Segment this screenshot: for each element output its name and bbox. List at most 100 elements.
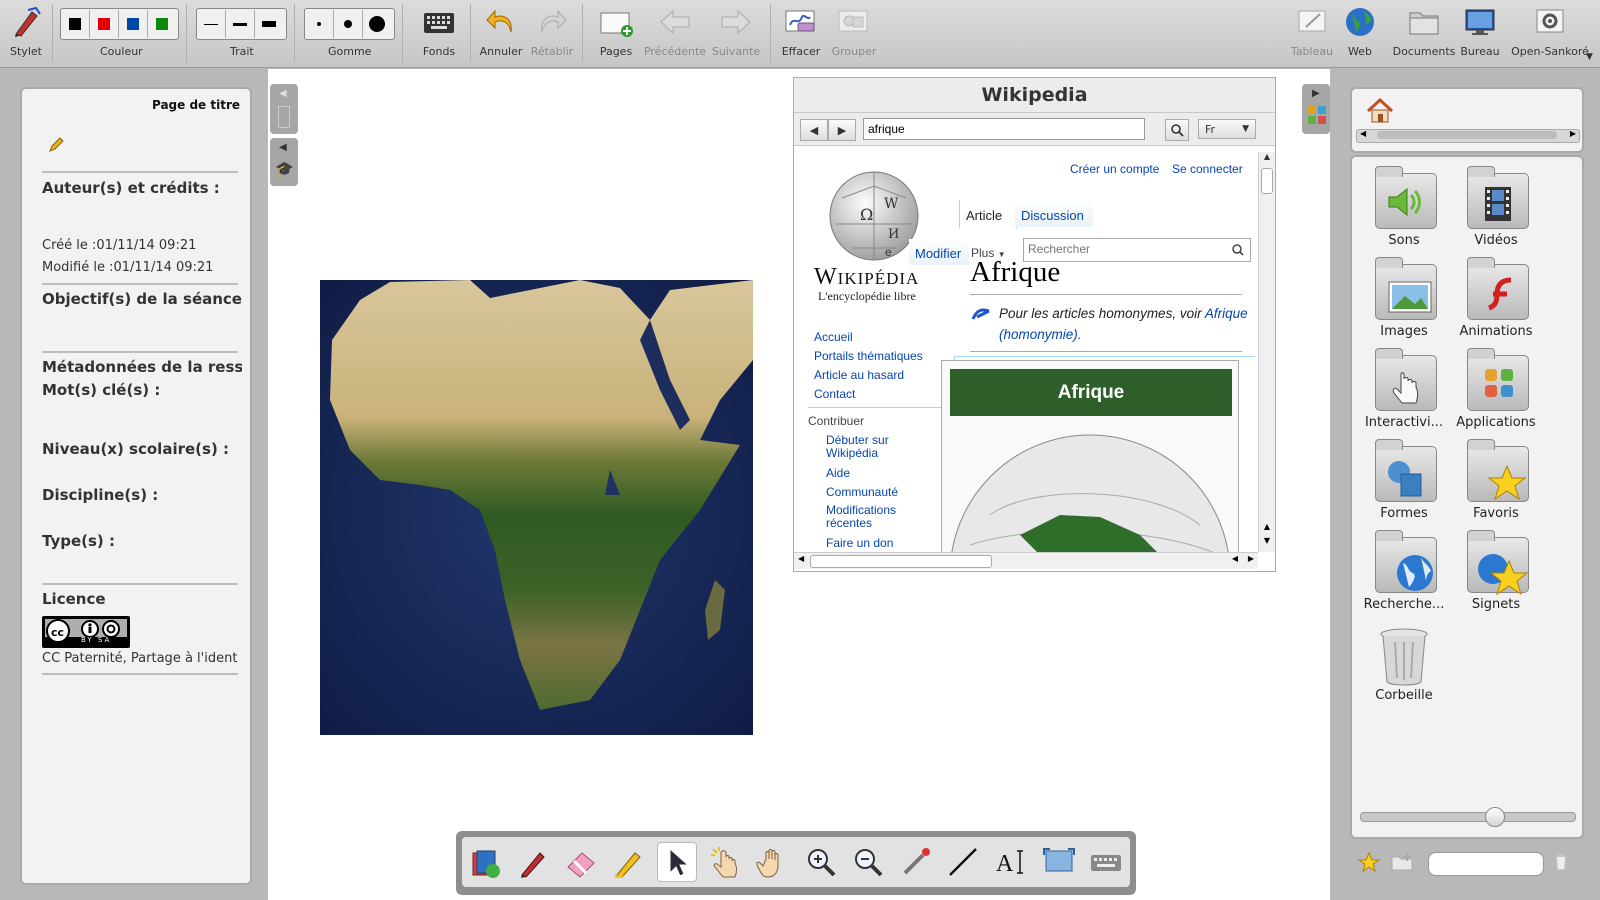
color-red[interactable] — [90, 10, 119, 38]
tool-highlighter[interactable] — [609, 843, 647, 881]
documents-button[interactable]: Documents — [1393, 4, 1455, 62]
scroll-left-icon[interactable]: ◀ — [798, 554, 804, 563]
pages-button[interactable]: Pages — [597, 4, 635, 62]
home-icon[interactable] — [1366, 98, 1394, 124]
backgrounds-button[interactable]: Fonds — [420, 4, 458, 62]
previous-page-button[interactable]: Précédente — [644, 4, 706, 62]
undo-button[interactable]: Annuler — [480, 4, 522, 62]
nav-link-getting-started[interactable]: Débuter sur Wikipédia — [826, 434, 926, 460]
tool-interact[interactable] — [707, 843, 745, 881]
nav-link-help[interactable]: Aide — [826, 466, 850, 480]
back-button[interactable]: ◀ — [800, 119, 828, 141]
group-button[interactable]: Grouper — [832, 4, 876, 62]
color-green[interactable] — [148, 10, 176, 38]
africa-satellite-image[interactable] — [320, 280, 753, 735]
objectives-heading: Objectif(s) de la séance : — [42, 290, 242, 308]
library-item-applications[interactable]: Applications — [1448, 348, 1544, 430]
search-button[interactable] — [1165, 119, 1189, 141]
library-item-shapes[interactable]: Formes — [1356, 439, 1452, 521]
create-account-link[interactable]: Créer un compte — [1070, 162, 1159, 176]
library-item-trash[interactable]: Corbeille — [1356, 622, 1452, 703]
stylus-button[interactable]: Stylet — [8, 4, 44, 62]
tool-selector[interactable] — [657, 842, 698, 882]
tool-line[interactable] — [944, 843, 982, 881]
library-search-input[interactable] — [1428, 852, 1544, 876]
eraser-small[interactable] — [305, 10, 334, 38]
library-item-images[interactable]: Images — [1356, 257, 1452, 339]
tool-capture[interactable] — [1040, 843, 1078, 881]
horizontal-scrollbar[interactable]: ◀ ◀ ▶ — [794, 552, 1258, 569]
scroll-left-icon[interactable]: ◀ — [1232, 554, 1238, 563]
tab-discussion[interactable]: Discussion — [1015, 200, 1093, 227]
color-black[interactable] — [61, 10, 90, 38]
scroll-down-icon[interactable]: ▼ — [1259, 536, 1275, 550]
nav-link-recent-changes[interactable]: Modifications récentes — [826, 504, 926, 530]
library-item-sounds[interactable]: Sons — [1356, 166, 1452, 248]
pencil-edit-icon[interactable] — [48, 137, 64, 157]
tool-laser-pointer[interactable] — [897, 843, 935, 881]
language-select[interactable]: Fr ▼ — [1198, 119, 1256, 139]
scroll-right-icon[interactable]: ▶ — [1570, 129, 1576, 138]
tool-zoom-out[interactable] — [849, 843, 887, 881]
nav-link-community[interactable]: Communauté — [826, 485, 898, 499]
nav-link-home[interactable]: Accueil — [814, 330, 853, 344]
tool-virtual-keyboard[interactable] — [1087, 843, 1125, 881]
thumbnail-size-slider[interactable] — [1360, 807, 1576, 827]
pages-navigator-tab[interactable]: ◀ — [270, 84, 298, 134]
vertical-scrollbar[interactable]: ▲ ▲ ▼ — [1258, 152, 1275, 552]
text-tool-icon: A — [996, 850, 1023, 877]
collapse-left-icon: ◀ — [279, 142, 287, 153]
desktop-button[interactable]: Bureau — [1460, 4, 1500, 62]
stroke-thin[interactable] — [197, 10, 226, 38]
h-scrollbar-thumb[interactable] — [810, 555, 992, 568]
library-item-interactivities[interactable]: Interactivi... — [1356, 348, 1452, 430]
tool-pen[interactable] — [514, 843, 552, 881]
library-toggle-tab[interactable]: ▶ — [1302, 84, 1330, 134]
tool-text[interactable]: A — [992, 843, 1030, 881]
scrollbar-thumb[interactable] — [1261, 168, 1273, 194]
tool-background[interactable] — [467, 843, 505, 881]
new-folder-icon[interactable] — [1390, 852, 1414, 872]
breadcrumb-scrollbar[interactable]: ◀ ▶ — [1356, 129, 1580, 143]
scroll-right-icon[interactable]: ▶ — [1248, 554, 1254, 563]
tool-hand[interactable] — [754, 843, 792, 881]
scroll-up-icon[interactable]: ▲ — [1259, 522, 1275, 536]
stroke-medium[interactable] — [226, 10, 255, 38]
open-sankore-menu[interactable]: Open-Sankoré — [1510, 4, 1590, 62]
tool-eraser[interactable] — [562, 843, 600, 881]
tab-edit[interactable]: Modifier — [909, 239, 969, 265]
nav-link-portals[interactable]: Portails thématiques — [814, 349, 923, 363]
add-favorite-star-icon[interactable] — [1358, 852, 1380, 872]
color-blue[interactable] — [119, 10, 148, 38]
library-item-favorites[interactable]: Favoris — [1448, 439, 1544, 521]
wiki-search-input[interactable] — [863, 118, 1145, 140]
library-item-bookmarks[interactable]: Signets — [1448, 530, 1544, 612]
chevron-down-icon[interactable]: ▼ — [1586, 52, 1593, 62]
slider-handle[interactable] — [1485, 807, 1505, 827]
scroll-up-icon[interactable]: ▲ — [1259, 152, 1275, 166]
library-item-videos[interactable]: Vidéos — [1448, 166, 1544, 248]
forward-button[interactable]: ▶ — [828, 119, 856, 141]
panel-title: Page de titre — [151, 98, 240, 112]
library-item-search[interactable]: Recherche... — [1356, 530, 1452, 612]
nav-link-donate[interactable]: Faire un don — [826, 536, 893, 550]
erase-button[interactable]: Effacer — [782, 4, 820, 62]
login-link[interactable]: Se connecter — [1172, 162, 1243, 176]
tab-article[interactable]: Article — [959, 200, 1017, 229]
tool-zoom-in[interactable] — [802, 843, 840, 881]
library-item-animations[interactable]: Animations — [1448, 257, 1544, 339]
stroke-thick[interactable] — [255, 10, 283, 38]
scroll-left-icon[interactable]: ◀ — [1360, 129, 1366, 138]
eraser-large[interactable] — [363, 10, 391, 38]
nav-link-contact[interactable]: Contact — [814, 387, 855, 401]
board-mode-button[interactable]: Tableau — [1291, 4, 1333, 62]
web-mode-button[interactable]: Web — [1342, 4, 1378, 62]
next-page-button[interactable]: Suivante — [712, 4, 760, 62]
redo-button[interactable]: Rétablir — [531, 4, 573, 62]
nav-link-random[interactable]: Article au hasard — [814, 368, 904, 382]
eraser-medium[interactable] — [334, 10, 363, 38]
teacher-tools-tab[interactable]: ◀ 🎓 — [270, 138, 298, 186]
delete-trash-icon[interactable] — [1552, 852, 1570, 872]
breadcrumb-scroll-thumb[interactable] — [1377, 131, 1557, 139]
settings-gear-icon — [1532, 4, 1568, 40]
